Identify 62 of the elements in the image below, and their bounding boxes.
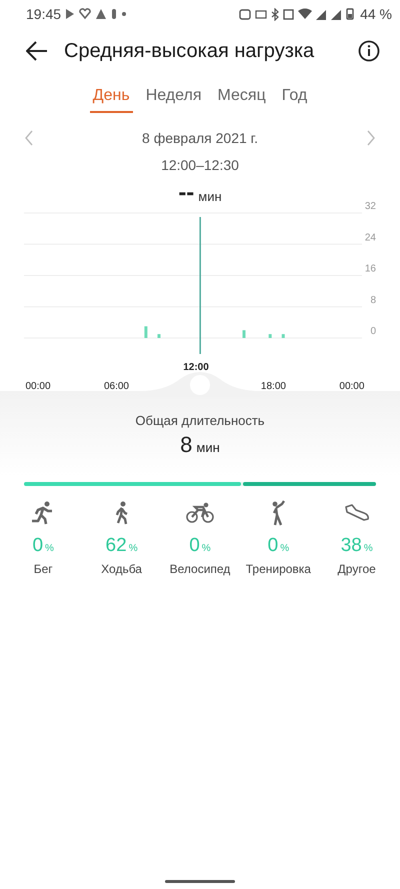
activity-percent: 0 bbox=[268, 536, 278, 556]
activity-percent: 62 bbox=[106, 536, 127, 556]
activity-label: Тренировка bbox=[246, 562, 311, 576]
next-icon[interactable] bbox=[366, 130, 376, 146]
y-axis-label: 0 bbox=[370, 326, 376, 337]
time-range: 12:00–12:30 bbox=[160, 157, 240, 173]
chart-bar bbox=[158, 334, 160, 338]
play-icon bbox=[65, 8, 76, 20]
cursor-time-label: 12:00 bbox=[183, 362, 209, 373]
percent-unit: % bbox=[128, 542, 138, 556]
period-tab[interactable]: Неделя bbox=[142, 83, 204, 113]
page-title: Средняя-высокая нагрузка bbox=[64, 40, 316, 62]
bluetooth-icon bbox=[271, 8, 280, 20]
y-axis-label: 16 bbox=[364, 264, 376, 274]
summary-value: 8 bbox=[180, 434, 192, 456]
percent-unit: % bbox=[364, 542, 373, 556]
chart-bar bbox=[242, 330, 246, 338]
activity-label: Ходьба bbox=[101, 562, 142, 576]
y-axis-label: 32 bbox=[364, 201, 376, 212]
triangle-icon bbox=[95, 8, 108, 20]
wifi-icon bbox=[298, 8, 312, 20]
activity-label: Другое bbox=[338, 562, 376, 576]
info-icon[interactable] bbox=[358, 40, 380, 62]
cyclist-icon bbox=[186, 500, 214, 526]
percent-unit: % bbox=[202, 542, 211, 556]
home-indicator[interactable] bbox=[165, 880, 235, 883]
chart-bar bbox=[268, 334, 272, 338]
screen-icon bbox=[255, 10, 268, 18]
x-axis-label: 18:00 bbox=[260, 381, 286, 392]
activity-label: Велосипед bbox=[170, 562, 230, 576]
activity-percent: 0 bbox=[189, 536, 200, 556]
y-axis-label: 24 bbox=[364, 232, 376, 244]
summary-unit: мин bbox=[196, 440, 220, 456]
chart-bar bbox=[144, 326, 148, 338]
previous-icon[interactable] bbox=[24, 130, 34, 146]
chart-cursor-line[interactable] bbox=[200, 217, 201, 354]
activity-percent: 0 bbox=[32, 536, 44, 556]
signal-icon bbox=[316, 8, 328, 20]
reading-unit: мин bbox=[198, 189, 222, 205]
summary-label: Общая длительность bbox=[135, 413, 265, 428]
x-axis-label: 00:00 bbox=[339, 381, 364, 392]
dot-icon bbox=[121, 11, 128, 17]
battery-percent: 44 % bbox=[360, 6, 392, 22]
x-axis-label: 06:00 bbox=[104, 381, 129, 392]
reading-value: -- bbox=[178, 181, 194, 205]
date-label: 8 февраля 2021 г. bbox=[142, 130, 258, 146]
status-time: 19:45 bbox=[26, 6, 62, 22]
chart-bar bbox=[282, 334, 285, 338]
percent-unit: % bbox=[280, 542, 290, 556]
period-tab[interactable]: Год bbox=[278, 83, 310, 113]
battery-icon bbox=[346, 8, 354, 20]
stretching-person-icon bbox=[270, 500, 286, 526]
period-tab[interactable]: Месяц bbox=[214, 83, 269, 113]
activity-label: Бег bbox=[34, 562, 53, 576]
signal-icon bbox=[331, 8, 342, 20]
activity-percent: 38 bbox=[340, 536, 362, 556]
y-axis-label: 8 bbox=[370, 294, 376, 306]
x-axis-label: 00:00 bbox=[25, 381, 51, 392]
percent-unit: % bbox=[45, 542, 54, 556]
period-tab[interactable]: День bbox=[90, 83, 133, 113]
heart-icon bbox=[79, 8, 92, 20]
back-arrow-icon[interactable] bbox=[26, 41, 48, 61]
